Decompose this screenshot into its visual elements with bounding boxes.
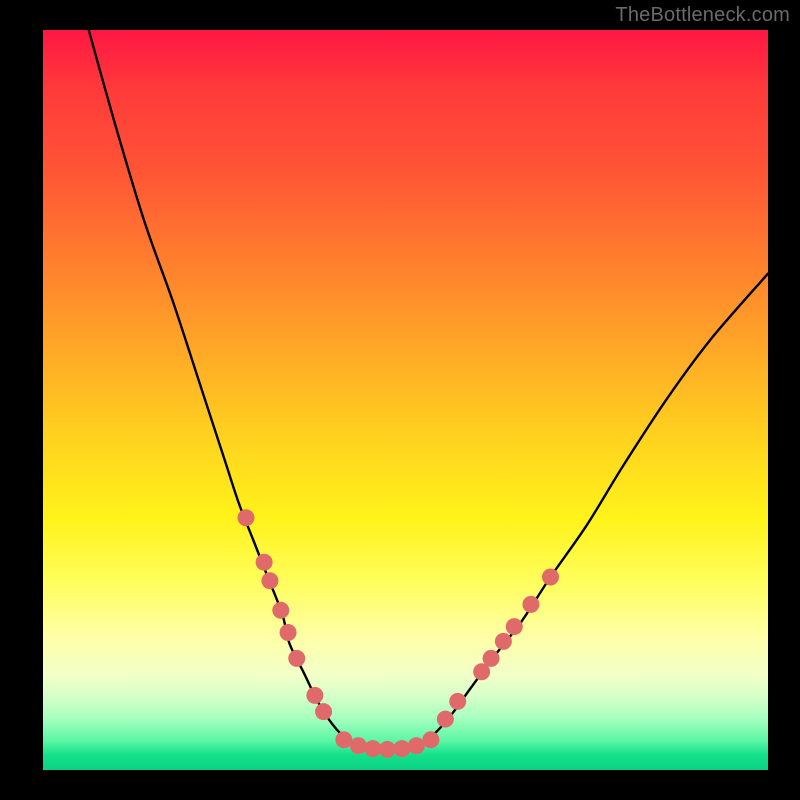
data-dot-right-3 — [483, 650, 500, 667]
data-dot-right-4 — [495, 633, 512, 650]
data-dot-valley-1 — [350, 737, 367, 754]
plot-area — [43, 30, 768, 770]
data-dot-valley-5 — [408, 737, 425, 754]
data-dot-layer — [238, 509, 560, 758]
data-dot-valley-4 — [393, 740, 410, 757]
data-dot-left-4 — [280, 624, 297, 641]
data-dot-left-3 — [272, 602, 289, 619]
data-dot-right-0 — [437, 711, 454, 728]
chart-stage: TheBottleneck.com — [0, 0, 800, 800]
data-dot-left-0 — [238, 509, 255, 526]
data-dot-right-6 — [522, 596, 539, 613]
watermark-text: TheBottleneck.com — [615, 4, 790, 27]
data-dot-right-5 — [506, 618, 523, 635]
data-dot-valley-2 — [364, 740, 381, 757]
data-dot-left-6 — [306, 687, 323, 704]
bottleneck-curve-svg — [43, 30, 768, 770]
data-dot-left-5 — [288, 650, 305, 667]
data-dot-valley-6 — [422, 731, 439, 748]
data-dot-right-7 — [542, 569, 559, 586]
data-dot-valley-0 — [335, 731, 352, 748]
data-dot-left-2 — [261, 572, 278, 589]
bottleneck-curve — [87, 30, 769, 751]
data-dot-right-1 — [449, 693, 466, 710]
data-dot-valley-3 — [379, 741, 396, 758]
data-dot-left-7 — [315, 703, 332, 720]
data-dot-left-1 — [256, 554, 273, 571]
